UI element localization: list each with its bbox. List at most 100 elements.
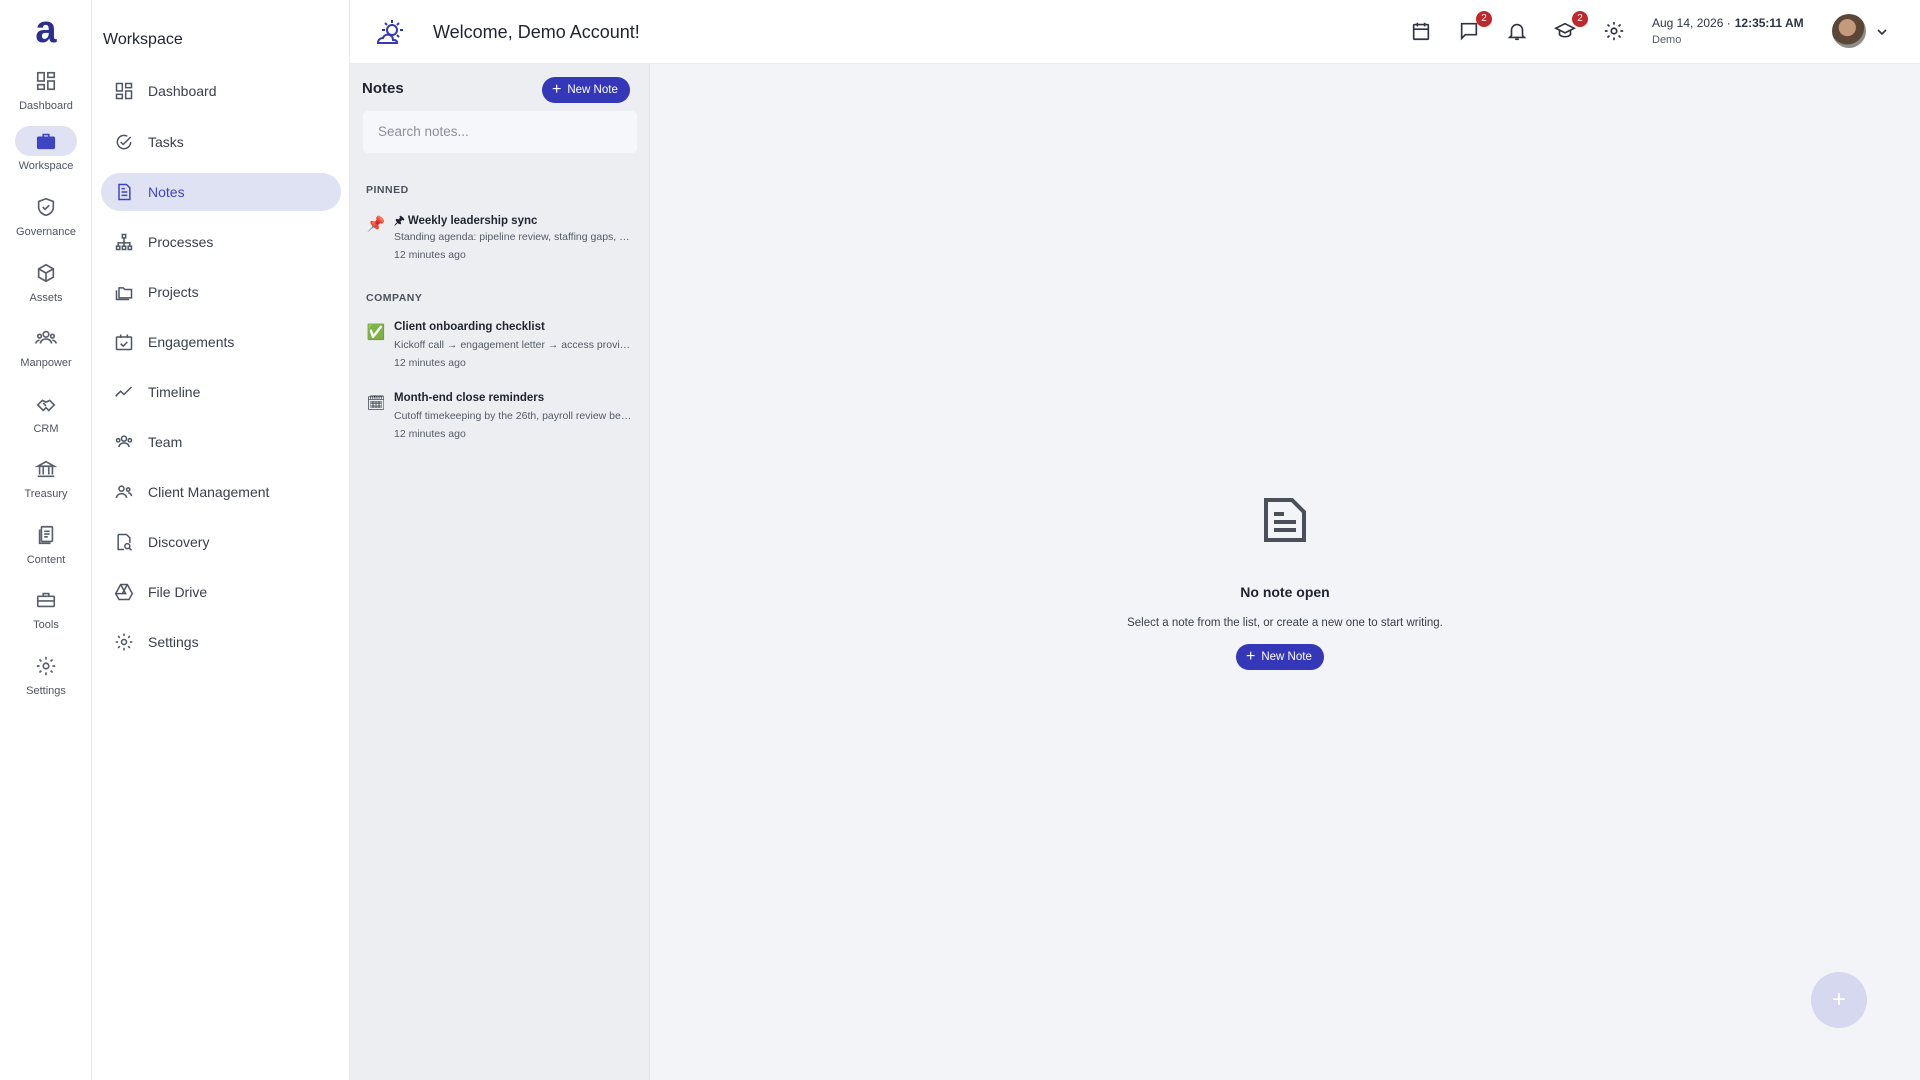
nav-item-team[interactable]: Team (101, 423, 341, 461)
nav-item-timeline[interactable]: Timeline (101, 373, 341, 411)
note-timestamp: 12 minutes ago (394, 357, 466, 369)
nav-item-dashboard[interactable]: Dashboard (101, 72, 341, 110)
avatar[interactable] (1832, 14, 1866, 48)
nav-item-label: File Drive (148, 584, 208, 600)
nav-item-label: Settings (148, 634, 199, 650)
section-heading-company: COMPANY (366, 292, 423, 304)
note-list-item[interactable]: 🗓 Month-end close reminders Cutoff timek… (358, 392, 642, 454)
note-list-item[interactable]: ✅ Client onboarding checklist Kickoff ca… (358, 321, 642, 383)
gear-icon (15, 651, 77, 681)
rail-item-workspace[interactable]: Workspace (0, 126, 92, 186)
nav-item-client-management[interactable]: Client Management (101, 473, 341, 511)
nav-item-label: Tasks (148, 134, 184, 150)
notifications-button[interactable] (1506, 20, 1530, 44)
rail-item-tools[interactable]: Tools (0, 585, 92, 645)
nav-item-label: Dashboard (148, 83, 217, 99)
nav-item-label: Engagements (148, 334, 235, 350)
trend-line-icon (115, 386, 133, 397)
toolbox-icon (15, 585, 77, 615)
chevron-down-icon[interactable] (1876, 26, 1888, 38)
gear-icon (1604, 21, 1624, 41)
note-timestamp: 12 minutes ago (394, 249, 466, 261)
top-bar: Welcome, Demo Account! 2 2 Aug 14, 2026 … (350, 0, 1920, 64)
messages-badge: 2 (1476, 11, 1492, 27)
new-note-button[interactable]: + New Note (542, 77, 630, 103)
empty-state-title: No note open (1240, 584, 1330, 600)
notes-list-panel: Notes + New Note Search notes... PINNED … (350, 64, 650, 1080)
nav-item-label: Timeline (148, 384, 201, 400)
rail-item-manpower[interactable]: Manpower (0, 323, 92, 383)
rail-label: Tools (33, 619, 59, 631)
nav-item-label: Discovery (148, 534, 210, 550)
time-text: 12:35:11 AM (1734, 16, 1804, 30)
nav-item-processes[interactable]: Processes (101, 223, 341, 261)
rail-label: Content (26, 554, 66, 566)
date-text: Aug 14, 2026 · (1652, 16, 1731, 30)
nav-item-notes[interactable]: Notes (101, 173, 341, 211)
rail-label: Assets (29, 292, 63, 304)
note-preview: Kickoff call → engagement letter → acces… (394, 339, 634, 351)
rail-label: Workspace (18, 160, 74, 172)
datetime: Aug 14, 2026 · 12:35:11 AM (1652, 16, 1804, 30)
note-preview: Standing agenda: pipeline review, staffi… (394, 231, 634, 243)
app-logo[interactable]: a (29, 10, 63, 50)
rail-item-content[interactable]: Content (0, 520, 92, 580)
document-icon (1264, 498, 1306, 542)
settings-button[interactable] (1603, 20, 1627, 44)
search-document-icon (117, 533, 133, 551)
brand-sun-cloud-icon (376, 20, 403, 44)
rail-label: CRM (33, 423, 59, 435)
new-note-label: New Note (567, 84, 618, 96)
rail-label: Dashboard (19, 100, 73, 112)
calendar-icon: 🗓 (366, 395, 386, 412)
rail-item-governance[interactable]: Governance (0, 192, 92, 252)
search-notes-input[interactable]: Search notes... (362, 110, 638, 154)
rail-item-dashboard[interactable]: Dashboard (0, 66, 92, 126)
nav-item-settings[interactable]: Settings (101, 623, 341, 661)
nav-item-discovery[interactable]: Discovery (101, 523, 341, 561)
gear-icon (115, 633, 133, 651)
calendar-icon (1412, 22, 1430, 41)
note-preview: Cutoff timekeeping by the 26th, payroll … (394, 410, 634, 422)
rail-label: Governance (16, 226, 76, 238)
floating-add-button[interactable]: + (1811, 972, 1867, 1028)
nav-item-projects[interactable]: Projects (101, 273, 341, 311)
nav-item-label: Team (148, 434, 183, 450)
calendar-button[interactable] (1410, 20, 1434, 44)
empty-state-new-note-button[interactable]: + New Note (1236, 644, 1324, 670)
nav-item-engagements[interactable]: Engagements (101, 323, 341, 361)
workspace-nav: Workspace Dashboard Tasks Notes Processe… (92, 0, 350, 1080)
calendar-check-icon (115, 334, 133, 351)
nav-title: Workspace (103, 31, 183, 48)
shield-check-icon (15, 192, 77, 222)
bell-icon (1507, 23, 1527, 41)
learning-badge: 2 (1572, 11, 1588, 27)
welcome-message: Welcome, Demo Account! (433, 22, 640, 42)
dashboard-icon (115, 82, 133, 100)
rail-item-crm[interactable]: CRM (0, 389, 92, 449)
new-note-label: New Note (1261, 651, 1312, 663)
note-title: 🖈 Weekly leadership sync (394, 215, 538, 227)
note-list-item[interactable]: 📌 🖈 Weekly leadership sync Standing agen… (358, 213, 642, 275)
learning-button[interactable]: 2 (1553, 11, 1588, 44)
note-icon (118, 183, 131, 201)
user-role: Demo (1652, 34, 1682, 46)
rail-item-treasury[interactable]: Treasury (0, 454, 92, 514)
rail-label: Manpower (20, 357, 72, 369)
rail-label: Treasury (24, 488, 68, 500)
nav-item-label: Client Management (148, 484, 270, 500)
note-title: Month-end close reminders (394, 392, 545, 404)
hierarchy-icon (115, 233, 133, 251)
rail-item-settings[interactable]: Settings (0, 651, 92, 711)
plus-icon: + (552, 81, 562, 98)
nav-item-file-drive[interactable]: File Drive (101, 573, 341, 611)
check-circle-icon (116, 134, 132, 150)
people-icon (15, 323, 77, 353)
messages-button[interactable]: 2 (1458, 11, 1492, 44)
rail-item-assets[interactable]: Assets (0, 258, 92, 318)
client-icon (115, 485, 133, 498)
nav-item-tasks[interactable]: Tasks (101, 123, 341, 161)
handshake-icon (15, 389, 77, 419)
empty-state-subtitle: Select a note from the list, or create a… (1127, 617, 1443, 629)
drive-icon (114, 583, 134, 601)
